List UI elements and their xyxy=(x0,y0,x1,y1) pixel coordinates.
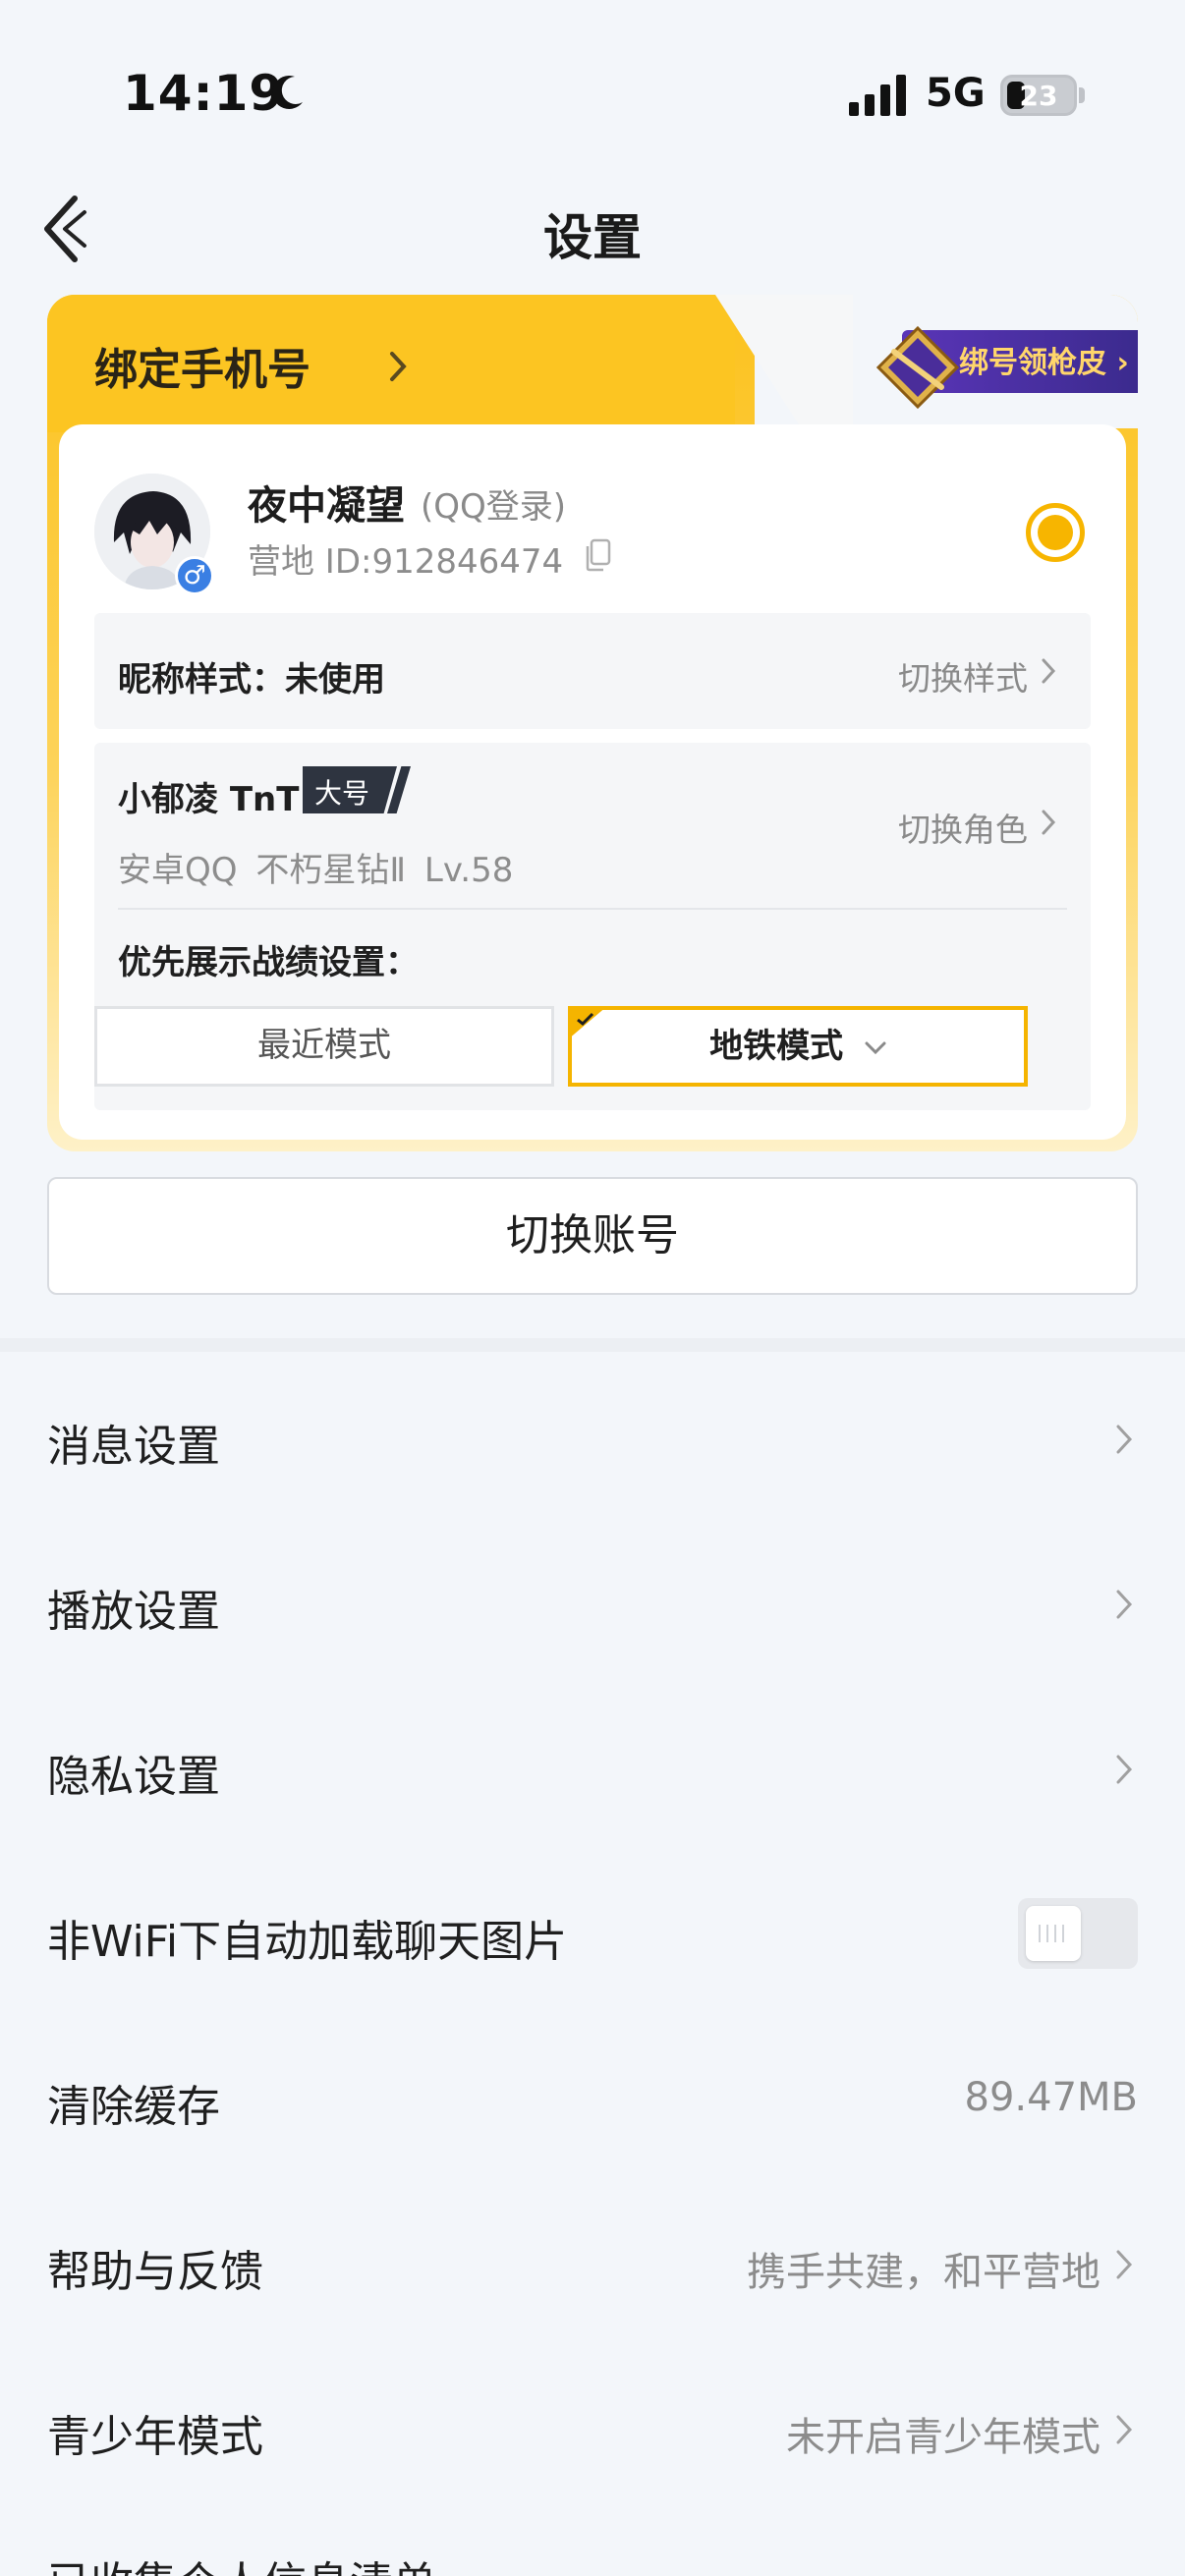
setting-label: 消息设置 xyxy=(47,1422,220,1472)
network-label: 5G xyxy=(926,71,986,116)
account-selected-radio[interactable] xyxy=(1026,503,1085,562)
main-account-badge: 大号 xyxy=(303,766,411,813)
chevron-right-icon xyxy=(1116,2415,1133,2444)
gun-skin-icon xyxy=(875,325,960,410)
chevron-right-icon xyxy=(1042,810,1056,835)
recent-mode-button[interactable]: 最近模式 xyxy=(94,1006,554,1087)
battery-level: 23 xyxy=(1019,80,1058,112)
role-panel: 小郁凌 TnT 大号 安卓QQ 不朽星钻Ⅱ Lv.58 切换角色 优先展示战绩设… xyxy=(94,743,1091,1110)
setting-value: 携手共建，和平营地 xyxy=(747,2250,1100,2295)
promo-label: 绑号领枪皮 › xyxy=(959,346,1129,380)
chevron-right-icon xyxy=(1042,658,1056,684)
personal-info-list-row[interactable]: 已收集个人信息清单 xyxy=(47,2545,436,2576)
battery-icon: 23 xyxy=(1000,75,1077,116)
setting-label: 青少年模式 xyxy=(47,2412,263,2462)
subway-mode-button[interactable]: 地铁模式 xyxy=(568,1006,1028,1087)
switch-account-button[interactable]: 切换账号 xyxy=(47,1177,1138,1295)
help-feedback-row[interactable]: 帮助与反馈 携手共建，和平营地 xyxy=(0,2181,1185,2346)
setting-label: 播放设置 xyxy=(47,1587,220,1637)
setting-value: 未开启青少年模式 xyxy=(786,2415,1100,2460)
login-type: (QQ登录) xyxy=(421,487,567,527)
playback-settings-row[interactable]: 播放设置 xyxy=(0,1521,1185,1686)
toggle-grip-icon xyxy=(1039,1925,1064,1942)
account-card-body: ♂ 夜中凝望 (QQ登录) 营地 ID:912846474 昵称样式：未使用 切… xyxy=(59,424,1126,1140)
cache-size: 89.47MB xyxy=(964,2075,1138,2120)
role-name: 小郁凌 TnT xyxy=(118,780,300,819)
wifi-image-autoload-row: 非WiFi下自动加载聊天图片 xyxy=(0,1851,1185,2016)
setting-label: 帮助与反馈 xyxy=(47,2247,263,2297)
chevron-down-icon xyxy=(865,1041,886,1054)
divider xyxy=(118,908,1067,910)
setting-label: 非WiFi下自动加载聊天图片 xyxy=(47,1917,568,1967)
chevron-right-icon xyxy=(390,352,407,381)
clear-cache-row[interactable]: 清除缓存 89.47MB xyxy=(0,2016,1185,2181)
bind-reward-banner[interactable]: 绑号领枪皮 › xyxy=(873,322,1138,410)
switch-role-button[interactable]: 切换角色 xyxy=(898,804,1028,851)
nickname: 夜中凝望 xyxy=(248,483,405,529)
message-settings-row[interactable]: 消息设置 xyxy=(0,1356,1185,1521)
male-gender-icon: ♂ xyxy=(175,556,214,595)
moon-icon xyxy=(272,75,303,109)
page-title: 设置 xyxy=(543,209,642,266)
status-bar: 14:19 5G 23 xyxy=(0,0,1185,187)
chevron-right-icon xyxy=(1116,1425,1133,1454)
signal-icon xyxy=(849,75,906,116)
privacy-settings-row[interactable]: 隐私设置 xyxy=(0,1686,1185,1851)
chevron-right-icon xyxy=(1116,1590,1133,1619)
bind-phone-link[interactable]: 绑定手机号 xyxy=(94,334,310,397)
wifi-image-autoload-toggle[interactable] xyxy=(1018,1898,1138,1969)
role-meta: 安卓QQ 不朽星钻Ⅱ Lv.58 xyxy=(118,851,514,890)
status-time: 14:19 xyxy=(123,65,285,122)
chevron-right-icon xyxy=(1116,2250,1133,2279)
setting-label: 隐私设置 xyxy=(47,1752,220,1802)
teen-mode-row[interactable]: 青少年模式 未开启青少年模式 xyxy=(0,2346,1185,2511)
copy-icon[interactable] xyxy=(584,538,613,572)
camp-id: 营地 ID:912846474 xyxy=(248,542,564,582)
account-card: 绑定手机号 绑号领枪皮 › ♂ 夜中凝望 (QQ登录) 营地 ID:912846… xyxy=(47,295,1138,1151)
switch-style-label: 切换样式 xyxy=(898,659,1028,698)
nickname-style-row[interactable]: 昵称样式：未使用 切换样式 xyxy=(94,613,1091,729)
nickname-style-label: 昵称样式：未使用 xyxy=(118,660,385,700)
main-account-badge-label: 大号 xyxy=(314,777,370,810)
chevron-right-icon xyxy=(1116,1755,1133,1784)
setting-label: 清除缓存 xyxy=(47,2082,220,2132)
section-divider xyxy=(0,1338,1185,1352)
priority-display-label: 优先展示战绩设置： xyxy=(118,943,419,982)
check-icon xyxy=(577,1012,594,1027)
